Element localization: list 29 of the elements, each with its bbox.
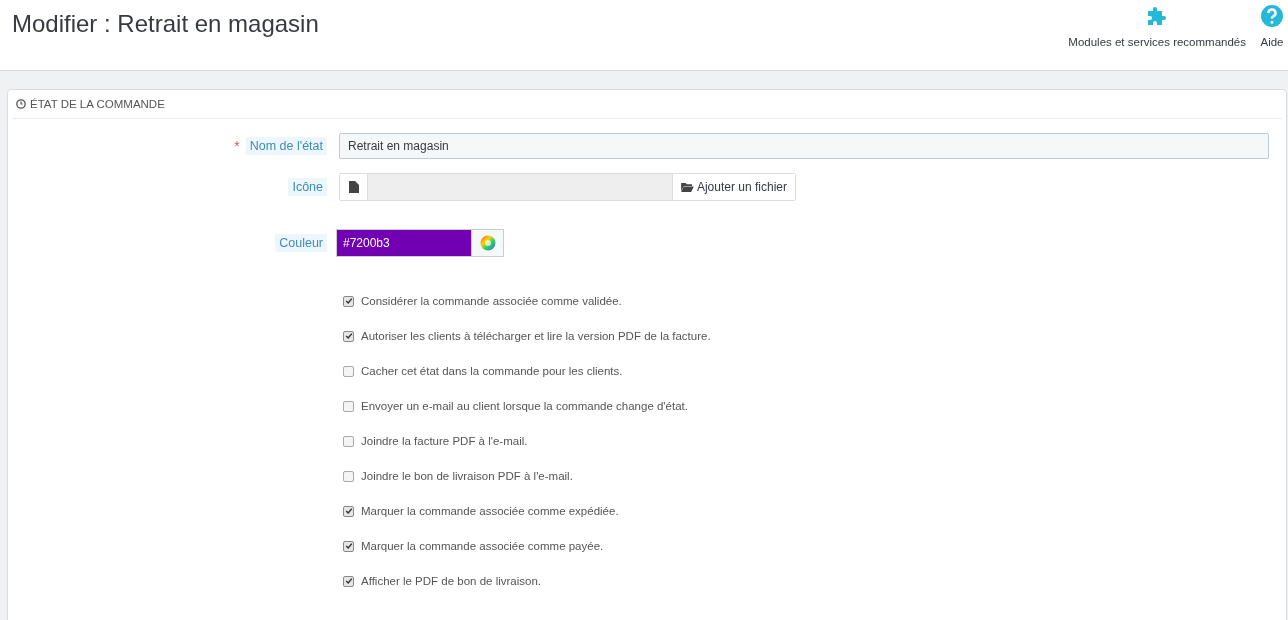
help-icon xyxy=(1260,4,1284,28)
page-title: Modifier : Retrait en magasin xyxy=(12,10,319,39)
checkbox-option[interactable]: Considérer la commande associée comme validée. xyxy=(343,293,1282,309)
checkbox-option[interactable]: Afficher le PDF de bon de livraison. xyxy=(343,573,1282,589)
required-mark: * xyxy=(234,138,240,154)
field-label: Nom de l'état xyxy=(245,137,327,155)
checkbox[interactable] xyxy=(343,400,354,412)
clock-icon xyxy=(16,99,26,109)
checkbox-option[interactable]: Marquer la commande associée comme expédiée. xyxy=(343,503,1282,519)
name-input[interactable]: Retrait en magasin xyxy=(339,133,1269,159)
checkbox[interactable] xyxy=(343,470,354,482)
checkbox[interactable] xyxy=(343,505,354,517)
checkbox[interactable] xyxy=(343,575,354,587)
checkbox-option[interactable]: Cacher cet état dans la commande pour les clients. xyxy=(343,363,1282,379)
checkbox-option[interactable]: Joindre le bon de livraison PDF à l'e-mail. xyxy=(343,468,1282,484)
checkbox[interactable] xyxy=(343,540,354,552)
field-label: Icône xyxy=(288,178,327,196)
checkbox-option[interactable]: Autoriser les clients à télécharger et lire la version PDF de la facture. xyxy=(343,328,1282,344)
checkbox-option[interactable]: Joindre la facture PDF à l'e-mail. xyxy=(343,433,1282,449)
checkbox[interactable] xyxy=(343,435,354,447)
checkbox[interactable] xyxy=(343,365,354,377)
checkbox-option[interactable]: Envoyer un e-mail au client lorsque la commande change d'état. xyxy=(343,398,1282,414)
panel-title: ÉTAT DE LA COMMANDE xyxy=(30,98,165,110)
modules-link[interactable]: Modules et services recommandés xyxy=(1068,2,1246,70)
checkbox-option[interactable]: Marquer la commande associée comme payée. xyxy=(343,538,1282,554)
field-label: Couleur xyxy=(275,234,327,252)
checkbox[interactable] xyxy=(343,295,354,307)
help-link[interactable]: Aide xyxy=(1260,2,1284,70)
checkbox[interactable] xyxy=(343,330,354,342)
